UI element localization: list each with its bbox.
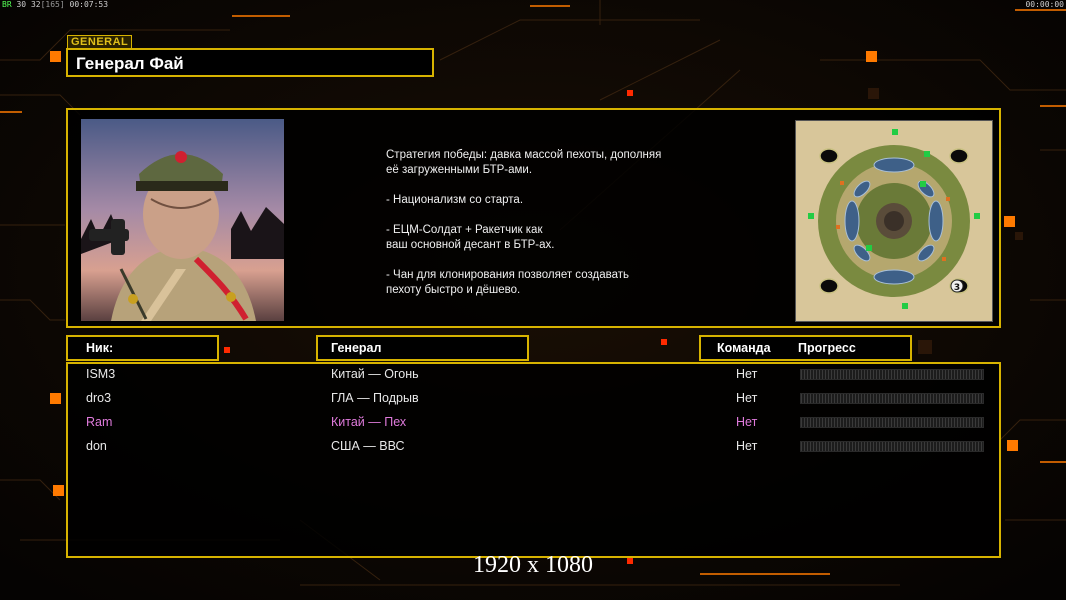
player-row: ISM3 Китай — Огонь Нет — [68, 365, 999, 385]
team-progress-column-header: Команда Прогресс — [699, 335, 912, 361]
player-nick: Ram — [86, 415, 113, 429]
general-name: Генерал Фай — [76, 54, 184, 73]
nick-header-label: Ник: — [86, 341, 114, 355]
player-general: США — ВВС — [331, 439, 405, 453]
hud-time: 00:07:53 — [69, 0, 109, 9]
general-tag: GENERAL — [67, 35, 133, 49]
hud-latency: [165] — [40, 0, 65, 9]
map-preview[interactable]: 3 — [795, 120, 993, 322]
team-header-label: Команда — [717, 341, 771, 355]
player-team: Нет — [736, 391, 758, 405]
player-roster: ISM3 Китай — Огонь Нет dro3 ГЛА — Подрыв… — [66, 362, 1001, 558]
strategy-text: Стратегия победы: давка массой пехоты, д… — [386, 149, 662, 296]
player-row: dro3 ГЛА — Подрыв Нет — [68, 389, 999, 409]
general-portrait — [81, 119, 284, 321]
hud-fps: 30 — [16, 0, 27, 9]
general-title-box: Генерал Фай — [66, 48, 434, 77]
hud-fps2: 32 — [30, 0, 41, 9]
player-nick: dro3 — [86, 391, 112, 405]
progress-bar — [800, 441, 984, 452]
player-general: ГЛА — Подрыв — [331, 391, 419, 405]
hud-right-time: 00:00:00 — [1025, 0, 1064, 9]
player-general: Китай — Пех — [331, 415, 407, 429]
progress-bar — [800, 417, 984, 428]
nick-column-header: Ник: — [66, 335, 219, 361]
player-nick: ISM3 — [86, 367, 116, 381]
player-team: Нет — [736, 439, 758, 453]
progress-bar — [800, 393, 984, 404]
player-slot-number: 3 — [954, 283, 960, 293]
fps-counter: BR 30 32[165] 00:07:53 — [2, 0, 108, 9]
player-team: Нет — [736, 415, 758, 429]
progress-header-label: Прогресс — [798, 341, 856, 355]
progress-bar — [800, 369, 984, 380]
resolution-label: 1920 x 1080 — [473, 552, 593, 578]
hud-left-label: BR — [2, 0, 12, 9]
player-nick: don — [86, 439, 107, 453]
player-team: Нет — [736, 367, 758, 381]
player-row-local: Ram Китай — Пех Нет — [68, 413, 999, 433]
player-general: Китай — Огонь — [331, 367, 419, 381]
general-header-label: Генерал — [331, 341, 382, 355]
player-row: don США — ВВС Нет — [68, 437, 999, 457]
general-info-panel: Стратегия победы: давка массой пехоты, д… — [66, 108, 1001, 328]
general-column-header: Генерал — [316, 335, 529, 361]
